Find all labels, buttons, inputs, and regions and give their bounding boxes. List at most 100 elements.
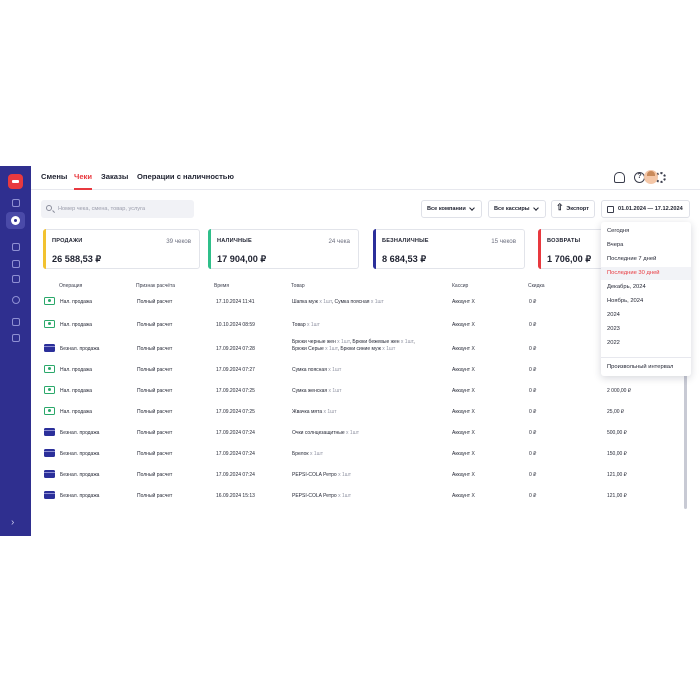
table-row[interactable]: Нал. продажа Полный расчет 17.09.2024 07… xyxy=(38,401,678,422)
goods-item-qty: x 1шт xyxy=(308,451,323,457)
sales-card-accent xyxy=(43,229,46,269)
table-row[interactable]: Нал. продажа Полный расчет 17.09.2024 07… xyxy=(38,359,678,380)
dropdown-item[interactable]: Декабрь, 2024 xyxy=(601,281,691,294)
cell-cashier: Аккаунт Х xyxy=(452,388,475,394)
cell-time: 17.09.2024 07:24 xyxy=(216,451,255,457)
cell-settlement: Полный расчет xyxy=(137,451,173,457)
folder-icon xyxy=(11,275,20,283)
cell-time: 17.09.2024 07:25 xyxy=(216,388,255,394)
sidebar-item-settings[interactable] xyxy=(8,294,23,306)
table-row[interactable]: Безнал. продажа Полный расчет 16.09.2024… xyxy=(38,485,678,506)
table-row[interactable]: Безнал. продажа Полный расчет 17.09.2024… xyxy=(38,464,678,485)
cash-icon xyxy=(44,407,55,415)
table-row[interactable]: Безнал. продажа Полный расчет 17.09.2024… xyxy=(38,336,678,357)
dropdown-item[interactable]: 2023 xyxy=(601,323,691,336)
dropdown-item[interactable]: Вчера xyxy=(601,239,691,252)
dropdown-item[interactable]: 2024 xyxy=(601,309,691,322)
card-icon xyxy=(44,470,55,478)
dropdown-item[interactable]: Последние 7 дней xyxy=(601,253,691,266)
search-input[interactable] xyxy=(58,200,190,218)
tab-orders[interactable]: Заказы xyxy=(101,172,128,190)
table-row[interactable]: Безнал. продажа Полный расчет 17.09.2024… xyxy=(38,422,678,443)
cash-icon xyxy=(44,365,55,373)
avatar[interactable] xyxy=(644,170,658,184)
table-row[interactable]: Нал. продажа Полный расчет 17.09.2024 07… xyxy=(38,380,678,401)
sidebar-item-receipts[interactable] xyxy=(6,212,25,229)
col-goods[interactable]: Товар xyxy=(291,283,305,289)
cell-goods: Шапка муж x 1шт, Сумка поясная x 1шт xyxy=(292,299,424,306)
cell-settlement: Полный расчет xyxy=(137,388,173,394)
cell-settlement: Полный расчет xyxy=(137,346,173,352)
cashier-filter[interactable]: Все кассиры xyxy=(488,200,546,218)
goods-item-name: PEPSI-COLA Ретро xyxy=(292,472,337,478)
logo-icon[interactable] xyxy=(8,174,23,189)
date-range-picker[interactable]: 01.01.2024 — 17.12.2024 xyxy=(601,200,690,218)
cell-cashier: Аккаунт Х xyxy=(452,322,475,328)
search-box xyxy=(41,200,194,218)
export-button[interactable]: Экспорт xyxy=(551,200,595,218)
table-row[interactable]: Нал. продажа Полный расчет 17.10.2024 11… xyxy=(38,291,678,312)
dropdown-item[interactable]: Ноябрь, 2024 xyxy=(601,295,691,308)
goods-item-name: Жвачка мята xyxy=(292,409,323,415)
tab-shifts[interactable]: Смены xyxy=(41,172,67,190)
cash-card: НАЛИЧНЫЕ 24 чека 17 904,00 ₽ xyxy=(208,229,359,269)
tab-receipts[interactable]: Чеки xyxy=(74,172,93,190)
tab-cash-operations[interactable]: Операции с наличностью xyxy=(137,172,234,190)
col-settlement[interactable]: Признак расчёта xyxy=(136,283,175,289)
goods-item-name: Брелок xyxy=(292,451,309,457)
dropdown-item[interactable]: Сегодня xyxy=(601,225,691,238)
bag-icon xyxy=(11,243,20,251)
cell-discount: 0 ₽ xyxy=(529,409,537,415)
cell-discount: 0 ₽ xyxy=(529,388,537,394)
card-value: 26 588,53 ₽ xyxy=(52,254,102,264)
search-icon xyxy=(46,205,52,211)
col-operation[interactable]: Операция xyxy=(59,283,82,289)
cell-operation: Безнал. продажа xyxy=(60,451,100,457)
cell-goods: Товар x 1шт xyxy=(292,322,424,329)
goods-item-qty: x 1шт xyxy=(336,472,352,478)
export-icon xyxy=(556,202,564,213)
goods-item-name: Очки солнцезащитные xyxy=(292,430,345,436)
cell-operation: Безнал. продажа xyxy=(60,346,100,352)
goods-item-name: PEPSI-COLA Ретро xyxy=(292,493,337,499)
goods-item-name: Брюки черные жен xyxy=(292,339,336,345)
sidebar-item-documents[interactable] xyxy=(8,273,23,285)
cell-time: 16.09.2024 15:13 xyxy=(216,493,255,499)
cell-goods: PEPSI-COLA Ретро x 1шт xyxy=(292,472,424,479)
cell-goods: Сумка женская x 1шт xyxy=(292,388,424,395)
card-value: 8 684,53 ₽ xyxy=(382,254,427,264)
cell-goods: Брелок x 1шт xyxy=(292,451,424,458)
goods-item-name: , Брюки бежевые жен xyxy=(349,339,400,345)
card-icon xyxy=(44,344,55,352)
cell-cashier: Аккаунт Х xyxy=(452,299,475,305)
table-row[interactable]: Нал. продажа Полный расчет 10.10.2024 08… xyxy=(38,314,678,335)
chart-icon xyxy=(11,199,20,207)
dropdown-item[interactable]: 2022 xyxy=(601,337,691,350)
col-time[interactable]: Время xyxy=(214,283,229,289)
card-icon xyxy=(44,428,55,436)
table-row[interactable]: Безнал. продажа Полный расчет 17.09.2024… xyxy=(38,443,678,464)
cell-time: 17.09.2024 07:27 xyxy=(216,367,255,373)
dropdown-item-custom-interval[interactable]: Произвольный интервал xyxy=(601,361,691,374)
dropdown-item[interactable]: Последние 30 дней xyxy=(601,267,691,280)
expand-sidebar-icon[interactable]: › xyxy=(11,517,14,528)
cell-cashier: Аккаунт Х xyxy=(452,493,475,499)
goods-item-qty: x 1шт xyxy=(326,367,342,373)
chevron-down-icon xyxy=(532,205,539,211)
cell-discount: 0 ₽ xyxy=(529,299,537,305)
cell-discount: 0 ₽ xyxy=(529,493,537,499)
cell-total: 121,00 ₽ xyxy=(607,472,627,478)
chevron-down-icon xyxy=(468,205,475,211)
date-range-label: 01.01.2024 — 17.12.2024 xyxy=(618,206,683,212)
col-discount[interactable]: Скидка xyxy=(528,283,545,289)
company-filter[interactable]: Все компании xyxy=(421,200,482,218)
receipt-icon xyxy=(11,216,20,225)
sidebar-item-warehouse[interactable] xyxy=(8,316,23,328)
sidebar-item-goods[interactable] xyxy=(8,241,23,253)
sidebar-item-scan[interactable] xyxy=(8,258,23,270)
cell-settlement: Полный расчет xyxy=(137,430,173,436)
sidebar-item-analytics[interactable] xyxy=(8,197,23,209)
sidebar-item-integrations[interactable] xyxy=(8,332,23,344)
bell-icon[interactable] xyxy=(614,172,625,183)
col-cashier[interactable]: Кассир xyxy=(452,283,468,289)
